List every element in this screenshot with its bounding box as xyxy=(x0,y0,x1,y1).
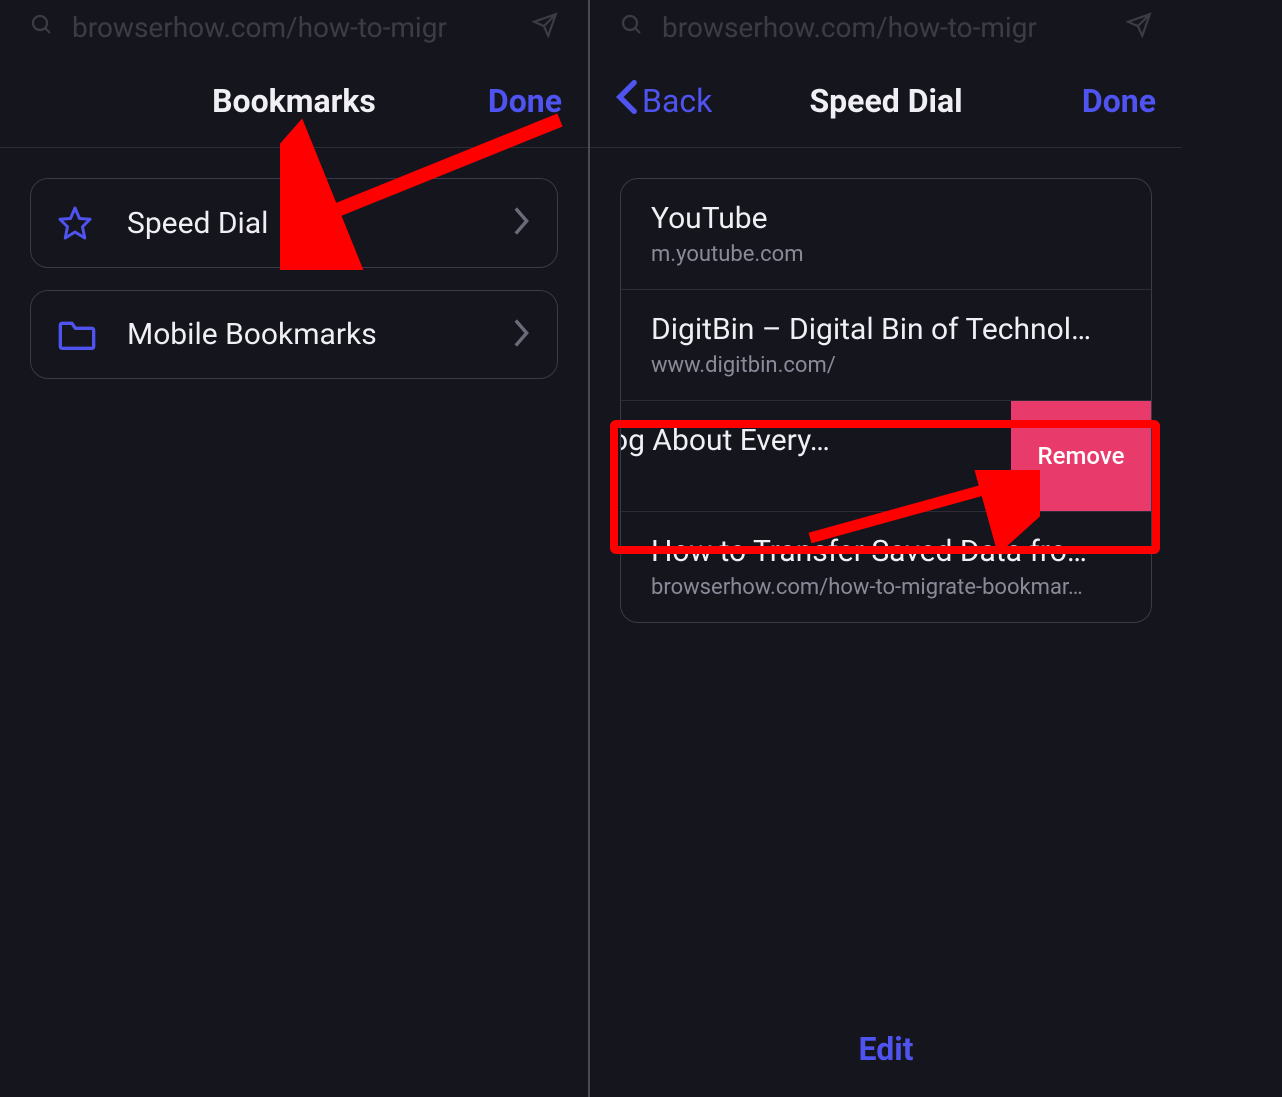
folder-label: Mobile Bookmarks xyxy=(127,317,513,352)
bookmark-text: in - A Blog About Every… com/ xyxy=(620,423,981,489)
url-preview-text: browserhow.com/how-to-migr xyxy=(662,11,1126,44)
bookmark-row-swiped[interactable]: in - A Blog About Every… com/ Remove xyxy=(621,401,1151,512)
bookmark-url: com/ xyxy=(620,464,981,489)
remove-button[interactable]: Remove xyxy=(1011,401,1151,511)
back-button[interactable]: Back xyxy=(616,79,736,123)
bookmark-text: DigitBin – Digital Bin of Technol… www.d… xyxy=(651,312,1121,378)
bookmark-text: YouTube m.youtube.com xyxy=(651,201,1121,267)
bookmark-content: YouTube m.youtube.com DigitBin – Digital… xyxy=(590,148,1182,1001)
folder-speed-dial[interactable]: Speed Dial xyxy=(31,179,557,267)
url-preview-text: browserhow.com/how-to-migr xyxy=(72,11,532,44)
star-icon xyxy=(57,205,107,241)
bookmark-list: YouTube m.youtube.com DigitBin – Digital… xyxy=(620,178,1152,623)
done-button[interactable]: Done xyxy=(442,82,562,120)
folder-mobile-bookmarks[interactable]: Mobile Bookmarks xyxy=(31,291,557,378)
folder-label: Speed Dial xyxy=(127,206,513,241)
bookmark-url: www.digitbin.com/ xyxy=(651,353,1121,378)
bookmark-text: How to Transfer Saved Data fro… browserh… xyxy=(651,534,1121,600)
search-icon xyxy=(30,13,54,41)
url-bar-faded: browserhow.com/how-to-migr xyxy=(590,0,1182,54)
bookmark-row-browserhow[interactable]: How to Transfer Saved Data fro… browserh… xyxy=(621,512,1151,622)
done-button[interactable]: Done xyxy=(1036,82,1156,120)
bookmark-row-youtube[interactable]: YouTube m.youtube.com xyxy=(621,179,1151,290)
url-bar-faded: browserhow.com/how-to-migr xyxy=(0,0,588,54)
speed-dial-screen: browserhow.com/how-to-migr Back Speed Di… xyxy=(590,0,1182,1097)
chevron-right-icon xyxy=(513,319,531,351)
bookmark-url: m.youtube.com xyxy=(651,242,1121,267)
page-title: Speed Dial xyxy=(809,82,962,120)
back-label: Back xyxy=(642,82,712,120)
folder-list: Speed Dial Mobile Bookmarks xyxy=(0,148,588,1097)
nav-header: Bookmarks Done xyxy=(0,54,588,148)
bookmarks-screen: browserhow.com/how-to-migr Bookmarks Don… xyxy=(0,0,590,1097)
folder-group: Speed Dial xyxy=(30,178,558,268)
bookmark-title: in - A Blog About Every… xyxy=(620,423,981,458)
share-icon xyxy=(532,12,558,42)
folder-icon xyxy=(57,318,107,352)
chevron-right-icon xyxy=(513,207,531,239)
chevron-left-icon xyxy=(616,79,638,123)
bookmark-title: DigitBin – Digital Bin of Technol… xyxy=(651,312,1121,347)
nav-header: Back Speed Dial Done xyxy=(590,54,1182,148)
bookmark-title: YouTube xyxy=(651,201,1121,236)
search-icon xyxy=(620,13,644,41)
bottom-bar: Edit xyxy=(590,1001,1182,1097)
page-title: Bookmarks xyxy=(212,82,376,120)
bookmark-title: How to Transfer Saved Data fro… xyxy=(651,534,1121,569)
bookmark-url: browserhow.com/how-to-migrate-bookmar… xyxy=(651,575,1121,600)
edit-button[interactable]: Edit xyxy=(858,1030,913,1068)
bookmark-row-digitbin[interactable]: DigitBin – Digital Bin of Technol… www.d… xyxy=(621,290,1151,401)
folder-group: Mobile Bookmarks xyxy=(30,290,558,379)
share-icon xyxy=(1126,12,1152,42)
